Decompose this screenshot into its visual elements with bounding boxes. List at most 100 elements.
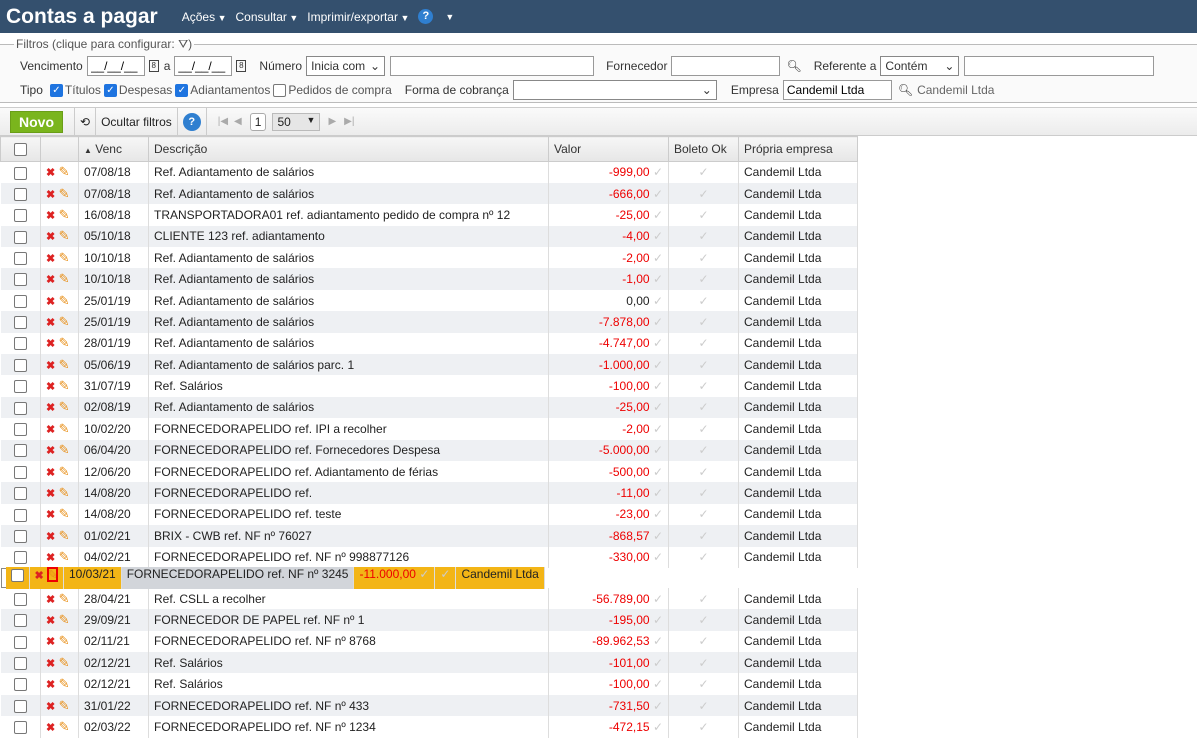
delete-icon[interactable]: ✖ <box>46 402 55 414</box>
table-row[interactable]: ✖ ✎ 02/12/21 Ref. Salários -100,00 ✓ ✓ C… <box>0 673 858 695</box>
search-icon[interactable]: 🔍︎ <box>898 83 913 97</box>
edit-icon[interactable]: ✎ <box>59 186 70 201</box>
row-checkbox[interactable] <box>13 592 27 606</box>
edit-icon[interactable]: ✎ <box>59 293 70 308</box>
delete-icon[interactable]: ✖ <box>46 509 55 521</box>
menu-imprimir-exportar[interactable]: Imprimir/exportar <box>307 10 409 24</box>
edit-icon[interactable]: ✎ <box>47 567 58 583</box>
delete-icon[interactable]: ✖ <box>46 296 55 308</box>
checkbox-pedidos-compra[interactable] <box>273 83 287 97</box>
col-propria-empresa[interactable]: Própria empresa <box>738 136 858 162</box>
row-checkbox[interactable] <box>10 568 24 582</box>
delete-icon[interactable]: ✖ <box>46 467 55 479</box>
row-checkbox[interactable] <box>13 380 27 394</box>
table-row[interactable]: ✖ ✎ 10/10/18 Ref. Adiantamento de salári… <box>0 268 858 290</box>
col-venc[interactable]: ▲ Venc <box>78 136 149 162</box>
table-row[interactable]: ✖ ✎ 16/08/18 TRANSPORTADORA01 ref. adian… <box>0 204 858 226</box>
row-checkbox[interactable] <box>13 273 27 287</box>
filters-legend[interactable]: Filtros (clique para configurar: ⛛) <box>14 37 194 52</box>
boleto-ok-check-icon[interactable]: ✓ <box>698 634 708 648</box>
checkbox-adiantamentos[interactable]: ✓ <box>175 83 189 97</box>
table-row[interactable]: ✖ ✎ 02/03/22 FORNECEDORAPELIDO ref. NF n… <box>0 716 858 738</box>
boleto-ok-check-icon[interactable]: ✓ <box>698 465 708 479</box>
col-boleto-ok[interactable]: Boleto Ok <box>668 136 739 162</box>
edit-icon[interactable]: ✎ <box>59 207 70 222</box>
boleto-ok-check-icon[interactable]: ✓ <box>698 699 708 713</box>
edit-icon[interactable]: ✎ <box>59 228 70 243</box>
table-row[interactable]: ✖ ✎ 14/08/20 FORNECEDORAPELIDO ref. test… <box>0 503 858 526</box>
edit-icon[interactable]: ✎ <box>59 357 70 372</box>
row-checkbox[interactable] <box>13 551 27 565</box>
delete-icon[interactable]: ✖ <box>46 338 55 350</box>
table-row[interactable]: ✖ ✎ 01/02/21 BRIX - CWB ref. NF nº 76027… <box>0 525 858 547</box>
delete-icon[interactable]: ✖ <box>35 570 44 582</box>
empresa-input[interactable] <box>782 80 892 100</box>
row-checkbox[interactable] <box>13 423 27 437</box>
help-icon[interactable]: ? <box>182 112 201 131</box>
row-checkbox[interactable] <box>13 635 27 649</box>
delete-icon[interactable]: ✖ <box>46 231 55 243</box>
row-checkbox[interactable] <box>13 316 27 330</box>
edit-icon[interactable]: ✎ <box>59 250 70 265</box>
numero-input[interactable] <box>390 56 595 76</box>
delete-icon[interactable]: ✖ <box>46 189 55 201</box>
row-checkbox[interactable] <box>13 337 27 351</box>
delete-icon[interactable]: ✖ <box>46 210 55 222</box>
vencimento-to-input[interactable] <box>174 56 233 76</box>
row-checkbox[interactable] <box>13 187 27 201</box>
table-row[interactable]: ✖ ✎ 04/02/21 FORNECEDORAPELIDO ref. NF n… <box>0 546 858 568</box>
refresh-icon[interactable]: ⟲ <box>80 115 90 129</box>
last-page-icon[interactable]: ▶| <box>344 116 354 127</box>
search-icon[interactable]: 🔍︎ <box>786 59 801 73</box>
edit-icon[interactable]: ✎ <box>59 314 70 329</box>
col-descricao[interactable]: Descrição <box>148 136 549 162</box>
edit-icon[interactable]: ✎ <box>59 719 70 734</box>
ocultar-filtros-button[interactable]: Ocultar filtros <box>101 115 172 129</box>
delete-icon[interactable]: ✖ <box>46 317 55 329</box>
edit-icon[interactable]: ✎ <box>59 549 70 564</box>
numero-operator-select[interactable]: Inicia com ⌄ <box>306 56 386 76</box>
boleto-ok-check-icon[interactable]: ✓ <box>698 592 708 606</box>
delete-icon[interactable]: ✖ <box>46 274 55 286</box>
col-valor[interactable]: Valor <box>548 136 669 162</box>
referente-input[interactable] <box>964 56 1155 76</box>
select-all-checkbox[interactable] <box>14 143 27 157</box>
row-checkbox[interactable] <box>13 358 27 372</box>
edit-icon[interactable]: ✎ <box>59 676 70 691</box>
novo-button[interactable]: Novo <box>10 110 63 133</box>
boleto-ok-check-icon[interactable]: ✓ <box>698 294 708 308</box>
boleto-ok-check-icon[interactable]: ✓ <box>698 229 708 243</box>
checkbox-despesas[interactable]: ✓ <box>103 83 117 97</box>
checkbox-titulos[interactable]: ✓ <box>49 83 63 97</box>
boleto-ok-check-icon[interactable]: ✓ <box>698 613 708 627</box>
boleto-ok-check-icon[interactable]: ✓ <box>698 422 708 436</box>
page-size-select[interactable]: 50 ▼ <box>272 112 321 131</box>
delete-icon[interactable]: ✖ <box>46 658 55 670</box>
delete-icon[interactable]: ✖ <box>46 679 55 691</box>
edit-icon[interactable]: ✎ <box>59 655 70 670</box>
delete-icon[interactable]: ✖ <box>46 167 55 179</box>
forma-cobranca-select[interactable]: ⌄ <box>512 80 717 100</box>
edit-icon[interactable]: ✎ <box>59 442 70 457</box>
edit-icon[interactable]: ✎ <box>59 528 70 543</box>
table-row[interactable]: ✖ ✎ 07/08/18 Ref. Adiantamento de salári… <box>0 161 858 183</box>
edit-icon[interactable]: ✎ <box>59 335 70 350</box>
table-row[interactable]: ✖ ✎ 05/10/18 CLIENTE 123 ref. adiantamen… <box>0 225 858 248</box>
boleto-ok-check-icon[interactable]: ✓ <box>698 656 708 670</box>
boleto-ok-check-icon[interactable]: ✓ <box>698 336 708 350</box>
row-checkbox[interactable] <box>13 294 27 308</box>
row-checkbox[interactable] <box>13 699 27 713</box>
first-page-icon[interactable]: |◀ <box>218 116 228 127</box>
delete-icon[interactable]: ✖ <box>46 636 55 648</box>
row-checkbox[interactable] <box>13 678 27 692</box>
row-checkbox[interactable] <box>13 465 27 479</box>
boleto-ok-check-icon[interactable]: ✓ <box>440 567 450 581</box>
vencimento-from-input[interactable] <box>86 56 145 76</box>
table-row[interactable]: ✖ ✎ 07/08/18 Ref. Adiantamento de salári… <box>0 182 858 205</box>
boleto-ok-check-icon[interactable]: ✓ <box>698 272 708 286</box>
row-checkbox[interactable] <box>13 209 27 223</box>
row-checkbox[interactable] <box>13 230 27 244</box>
delete-icon[interactable]: ✖ <box>46 253 55 265</box>
boleto-ok-check-icon[interactable]: ✓ <box>698 443 708 457</box>
menu-acoes[interactable]: Ações <box>182 10 227 24</box>
